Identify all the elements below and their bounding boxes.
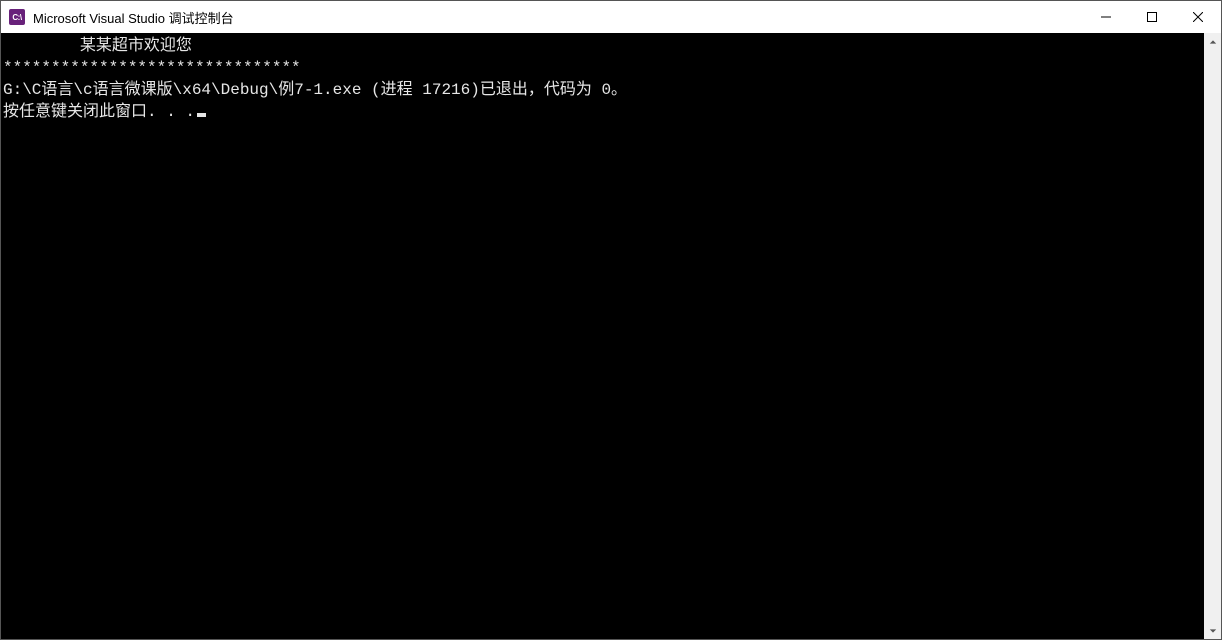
- content-area: 某某超市欢迎您*******************************G:…: [1, 33, 1221, 639]
- console-line: 某某超市欢迎您: [3, 35, 1204, 57]
- chevron-down-icon: [1209, 627, 1217, 635]
- close-icon: [1193, 12, 1203, 22]
- minimize-icon: [1101, 12, 1111, 22]
- console-line: 按任意键关闭此窗口. . .: [3, 101, 1204, 123]
- scroll-down-button[interactable]: [1204, 622, 1221, 639]
- close-button[interactable]: [1175, 1, 1221, 33]
- console-text: 按任意键关闭此窗口. . .: [3, 103, 195, 121]
- cursor: [197, 113, 206, 117]
- console-output[interactable]: 某某超市欢迎您*******************************G:…: [1, 33, 1204, 639]
- chevron-up-icon: [1209, 38, 1217, 46]
- window-title: Microsoft Visual Studio 调试控制台: [33, 8, 1083, 27]
- console-line: *******************************: [3, 57, 1204, 79]
- maximize-icon: [1147, 12, 1157, 22]
- scroll-track[interactable]: [1204, 50, 1221, 622]
- minimize-button[interactable]: [1083, 1, 1129, 33]
- window-controls: [1083, 1, 1221, 33]
- app-icon: C:\: [9, 9, 25, 25]
- console-window: C:\ Microsoft Visual Studio 调试控制台 某某超市欢迎…: [0, 0, 1222, 640]
- console-line: G:\C语言\c语言微课版\x64\Debug\例7-1.exe (进程 172…: [3, 79, 1204, 101]
- vertical-scrollbar[interactable]: [1204, 33, 1221, 639]
- scroll-up-button[interactable]: [1204, 33, 1221, 50]
- titlebar[interactable]: C:\ Microsoft Visual Studio 调试控制台: [1, 1, 1221, 33]
- maximize-button[interactable]: [1129, 1, 1175, 33]
